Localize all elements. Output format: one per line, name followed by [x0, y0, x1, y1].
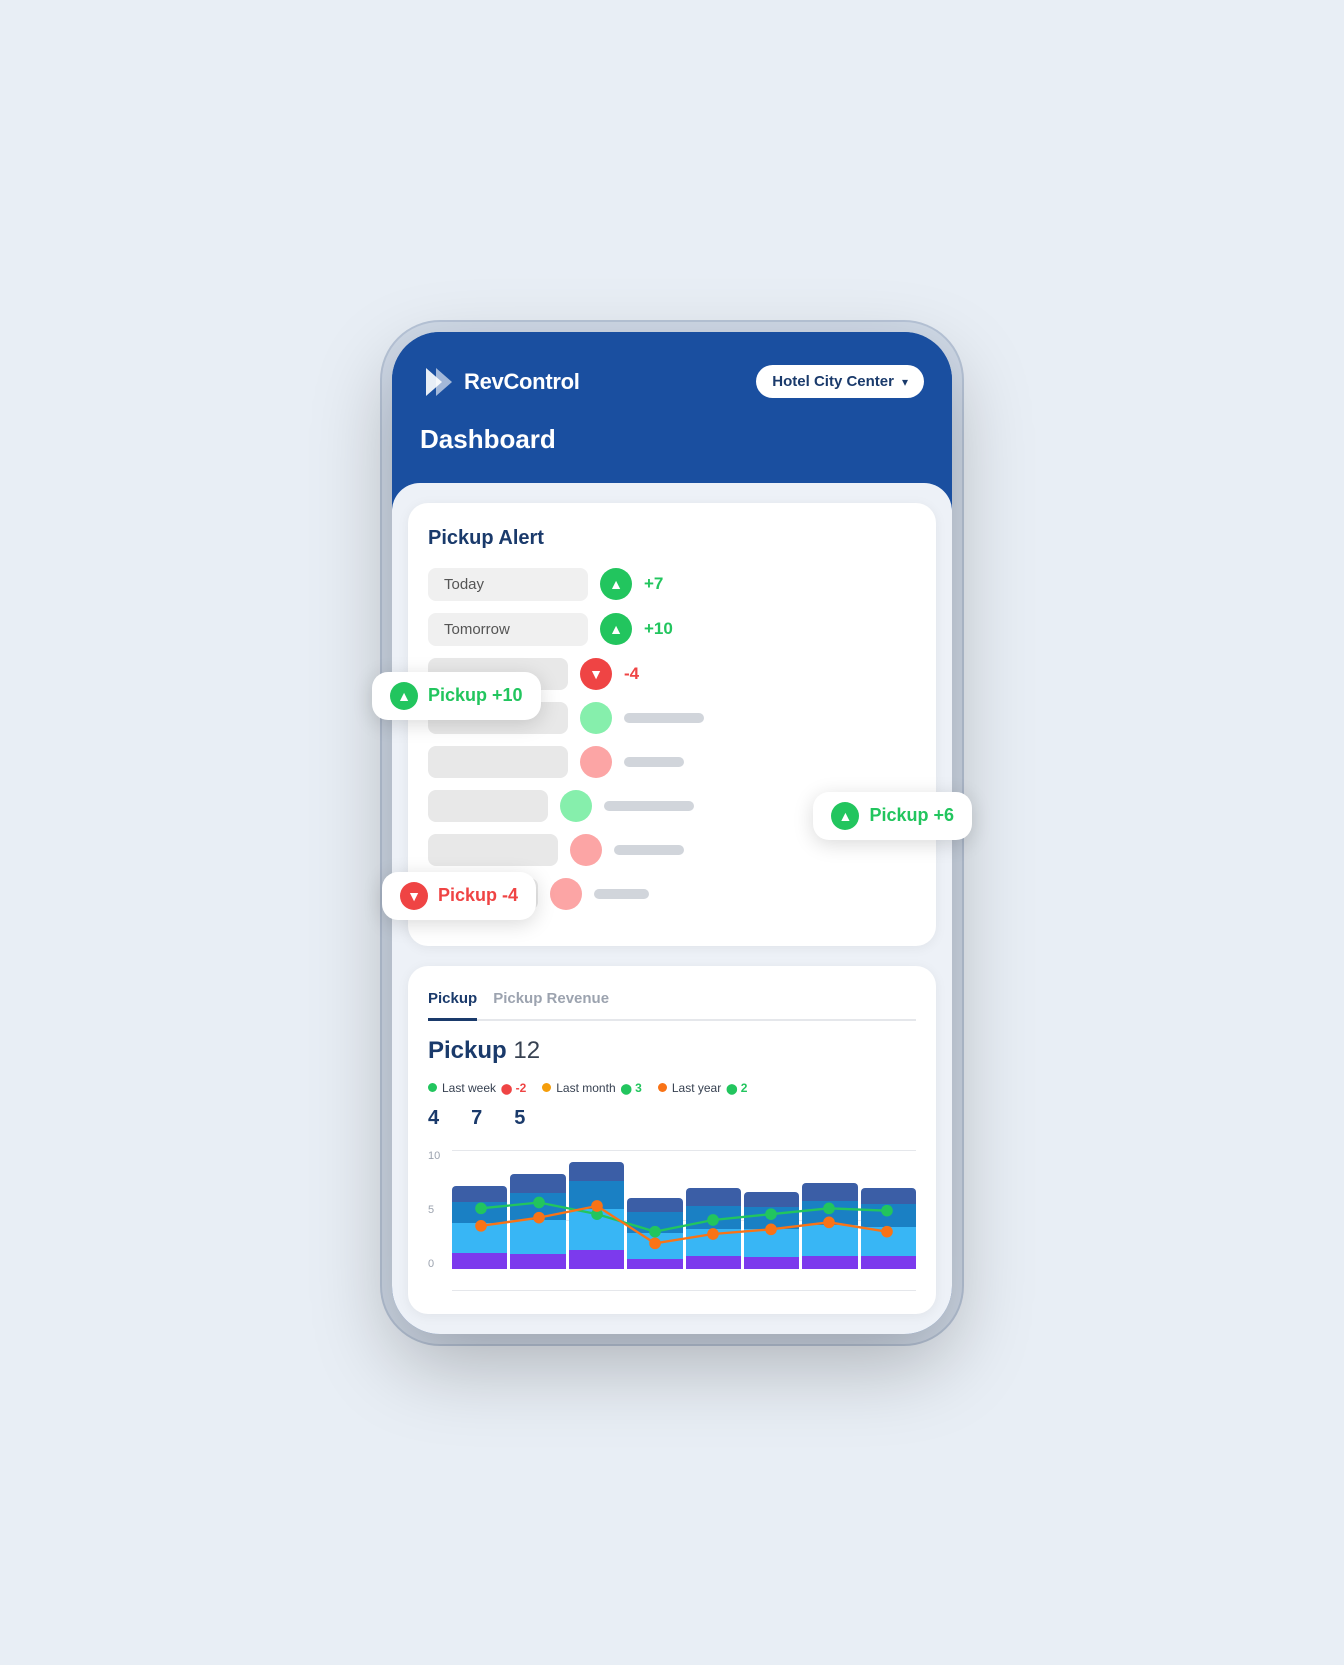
pickup-tabs: Pickup Pickup Revenue [428, 990, 916, 1021]
pickup-chart-card: Pickup Pickup Revenue Pickup 12 Last wee… [408, 966, 936, 1314]
legend-change-week: ⬤ -2 [501, 1081, 526, 1095]
alert-row-5 [428, 746, 916, 778]
alert-bar-8 [594, 889, 649, 899]
dashboard-title: Dashboard [392, 424, 952, 483]
pickup-title-text: Pickup [428, 1037, 507, 1064]
alert-bar-4 [624, 713, 704, 723]
tab-pickup[interactable]: Pickup [428, 990, 477, 1021]
logo-area: RevControl [420, 364, 580, 400]
legend-change-year: ⬤ 2 [726, 1081, 747, 1095]
logo-text: RevControl [464, 369, 580, 395]
chevron-down-icon: ▾ [902, 375, 908, 389]
stat-week: 4 [428, 1107, 439, 1130]
alert-row-today: Today ▲ +7 [428, 568, 916, 601]
legend-last-week: Last week ⬤ -2 [428, 1081, 526, 1095]
legend-dot-year [658, 1083, 667, 1092]
y-label-10: 10 [428, 1150, 448, 1162]
indicator-red-3: ▼ [580, 658, 612, 690]
y-label-0: 0 [428, 1258, 448, 1270]
alert-label-today: Today [428, 568, 588, 601]
alert-bar-6 [604, 801, 694, 811]
tooltip-up-icon-2: ▲ [831, 802, 859, 830]
tooltip-text-2: Pickup +6 [869, 805, 954, 826]
indicator-red-soft-8 [550, 878, 582, 910]
y-label-5: 5 [428, 1204, 448, 1216]
hotel-name: Hotel City Center [772, 373, 894, 390]
grid-line-0 [452, 1290, 916, 1291]
legend-last-year: Last year ⬤ 2 [658, 1081, 748, 1095]
tooltip-pickup-plus10: ▲ Pickup +10 [372, 672, 541, 720]
phone-wrapper: ▲ Pickup +10 ▲ Pickup +6 ▼ Pickup -4 Rev… [392, 332, 952, 1334]
tooltip-text-3: Pickup -4 [438, 885, 518, 906]
alert-value-3: -4 [624, 664, 639, 684]
tooltip-down-icon: ▼ [400, 882, 428, 910]
chart-container: 10 5 0 [428, 1150, 916, 1290]
legend-dot-week [428, 1083, 437, 1092]
legend-dot-month [542, 1083, 551, 1092]
alert-label-blurred-6 [428, 790, 548, 822]
alert-bar-5 [624, 757, 684, 767]
chart-y-labels: 10 5 0 [428, 1150, 448, 1270]
indicator-tomorrow: ▲ [600, 613, 632, 645]
tooltip-pickup-minus4: ▼ Pickup -4 [382, 872, 536, 920]
stats-row: 4 7 5 [428, 1107, 916, 1130]
legend-row: Last week ⬤ -2 Last month ⬤ 3 [428, 1081, 916, 1095]
legend-label-month: Last month [556, 1081, 615, 1095]
pickup-main-title: Pickup 12 [428, 1037, 916, 1065]
tooltip-up-icon: ▲ [390, 682, 418, 710]
alert-value-tomorrow: +10 [644, 619, 673, 639]
legend-label-year: Last year [672, 1081, 721, 1095]
indicator-today: ▲ [600, 568, 632, 600]
revcontrol-logo-icon [420, 364, 456, 400]
alert-row-tomorrow: Tomorrow ▲ +10 [428, 613, 916, 646]
alert-label-blurred-5 [428, 746, 568, 778]
legend-last-month: Last month ⬤ 3 [542, 1081, 642, 1095]
hotel-selector[interactable]: Hotel City Center ▾ [756, 365, 924, 398]
tooltip-text-1: Pickup +10 [428, 685, 523, 706]
alert-label-blurred-7 [428, 834, 558, 866]
pickup-alert-title: Pickup Alert [428, 527, 916, 550]
pickup-number: 12 [513, 1037, 540, 1064]
chart-line-svg [452, 1150, 916, 1290]
tooltip-pickup-plus6: ▲ Pickup +6 [813, 792, 972, 840]
app-header: RevControl Hotel City Center ▾ [392, 332, 952, 424]
tab-pickup-revenue[interactable]: Pickup Revenue [493, 990, 609, 1011]
indicator-green-soft-4 [580, 702, 612, 734]
stat-year: 5 [514, 1107, 525, 1130]
indicator-red-soft-5 [580, 746, 612, 778]
stat-month: 7 [471, 1107, 482, 1130]
indicator-red-soft-7 [570, 834, 602, 866]
legend-label-week: Last week [442, 1081, 496, 1095]
alert-label-tomorrow: Tomorrow [428, 613, 588, 646]
alert-bar-7 [614, 845, 684, 855]
alert-value-today: +7 [644, 574, 663, 594]
legend-change-month: ⬤ 3 [621, 1081, 642, 1095]
indicator-green-soft-6 [560, 790, 592, 822]
